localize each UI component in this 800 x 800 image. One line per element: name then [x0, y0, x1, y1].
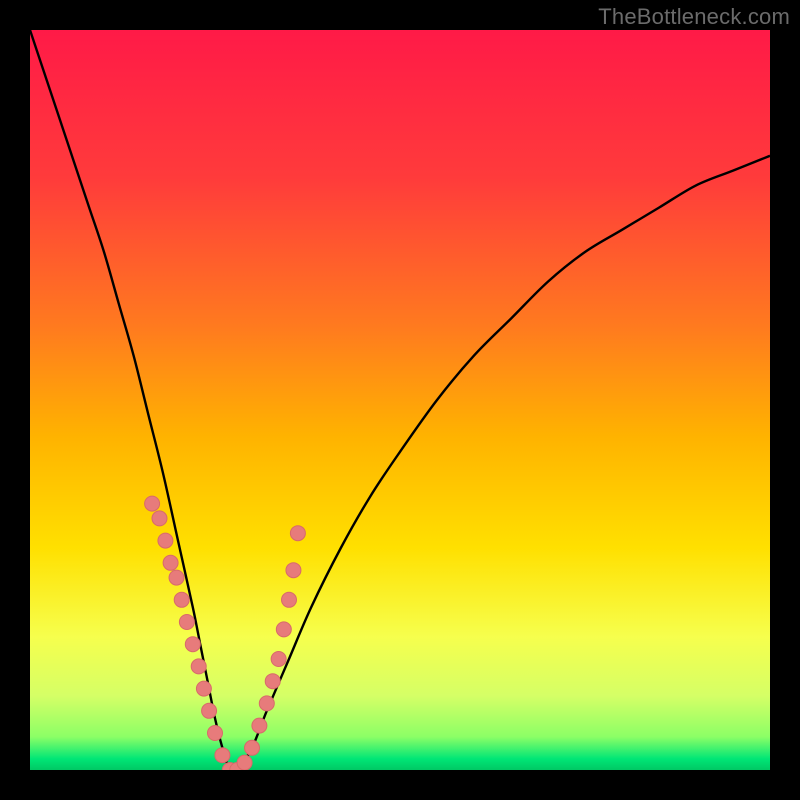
data-marker	[208, 726, 223, 741]
data-marker	[245, 740, 260, 755]
data-marker	[252, 718, 267, 733]
data-marker	[265, 674, 280, 689]
chart-frame: TheBottleneck.com	[0, 0, 800, 800]
bottleneck-chart	[30, 30, 770, 770]
data-marker	[145, 496, 160, 511]
data-marker	[290, 526, 305, 541]
data-marker	[202, 703, 217, 718]
data-marker	[271, 652, 286, 667]
data-marker	[276, 622, 291, 637]
attribution-label: TheBottleneck.com	[598, 4, 790, 30]
gradient-background	[30, 30, 770, 770]
data-marker	[174, 592, 189, 607]
data-marker	[163, 555, 178, 570]
data-marker	[185, 637, 200, 652]
data-marker	[169, 570, 184, 585]
data-marker	[237, 755, 252, 770]
data-marker	[191, 659, 206, 674]
data-marker	[158, 533, 173, 548]
data-marker	[179, 615, 194, 630]
data-marker	[215, 748, 230, 763]
data-marker	[196, 681, 211, 696]
data-marker	[152, 511, 167, 526]
plot-area	[30, 30, 770, 770]
data-marker	[286, 563, 301, 578]
data-marker	[282, 592, 297, 607]
data-marker	[259, 696, 274, 711]
